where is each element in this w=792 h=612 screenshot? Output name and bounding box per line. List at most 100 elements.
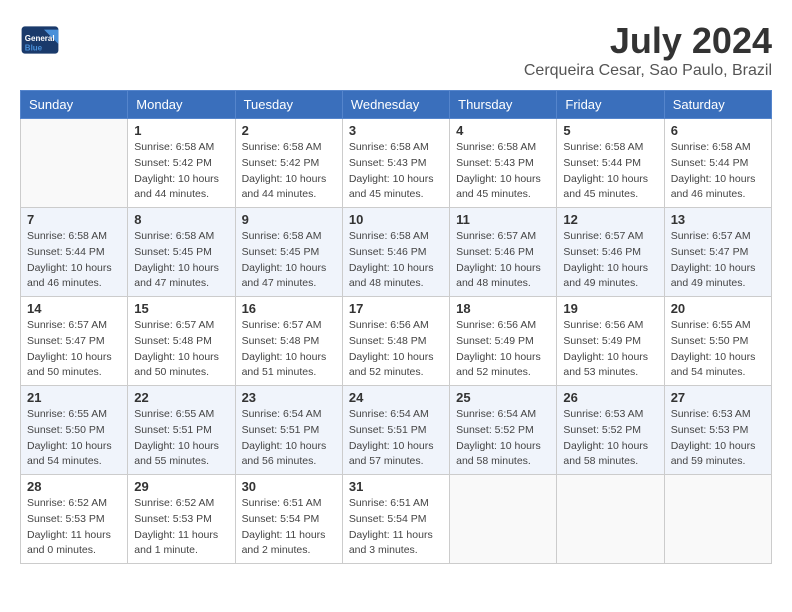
day-info: Sunrise: 6:58 AM Sunset: 5:46 PM Dayligh… <box>349 229 443 292</box>
calendar-cell <box>557 475 664 564</box>
day-info: Sunrise: 6:51 AM Sunset: 5:54 PM Dayligh… <box>242 496 336 559</box>
calendar-cell: 28Sunrise: 6:52 AM Sunset: 5:53 PM Dayli… <box>21 475 128 564</box>
logo: General Blue <box>20 20 64 60</box>
day-info: Sunrise: 6:52 AM Sunset: 5:53 PM Dayligh… <box>27 496 121 559</box>
day-info: Sunrise: 6:53 AM Sunset: 5:52 PM Dayligh… <box>563 407 657 470</box>
month-title: July 2024 <box>524 20 772 62</box>
day-info: Sunrise: 6:53 AM Sunset: 5:53 PM Dayligh… <box>671 407 765 470</box>
weekday-saturday: Saturday <box>664 91 771 119</box>
calendar-week-1: 1Sunrise: 6:58 AM Sunset: 5:42 PM Daylig… <box>21 119 772 208</box>
day-info: Sunrise: 6:54 AM Sunset: 5:51 PM Dayligh… <box>242 407 336 470</box>
calendar-cell: 10 Sunrise: 6:58 AM Sunset: 5:46 PM Dayli… <box>342 208 449 297</box>
calendar-week-2: 7Sunrise: 6:58 AM Sunset: 5:44 PM Daylig… <box>21 208 772 297</box>
day-info: Sunrise: 6:57 AM Sunset: 5:48 PM Dayligh… <box>134 318 228 381</box>
calendar-cell: 25 Sunrise: 6:54 AM Sunset: 5:52 PM Dayli… <box>450 386 557 475</box>
calendar-cell: 2Sunrise: 6:58 AM Sunset: 5:42 PM Daylig… <box>235 119 342 208</box>
calendar-week-5: 28Sunrise: 6:52 AM Sunset: 5:53 PM Dayli… <box>21 475 772 564</box>
day-number: 3 <box>349 123 443 138</box>
day-info: Sunrise: 6:58 AM Sunset: 5:45 PM Dayligh… <box>134 229 228 292</box>
calendar-cell: 29Sunrise: 6:52 AM Sunset: 5:53 PM Dayli… <box>128 475 235 564</box>
day-info: Sunrise: 6:58 AM Sunset: 5:43 PM Dayligh… <box>349 140 443 203</box>
day-number: 4 <box>456 123 550 138</box>
day-number: 25 <box>456 390 550 405</box>
day-info: Sunrise: 6:54 AM Sunset: 5:52 PM Dayligh… <box>456 407 550 470</box>
day-info: Sunrise: 6:56 AM Sunset: 5:49 PM Dayligh… <box>563 318 657 381</box>
calendar-cell: 30 Sunrise: 6:51 AM Sunset: 5:54 PM Dayli… <box>235 475 342 564</box>
day-number: 22 <box>134 390 228 405</box>
day-info: Sunrise: 6:58 AM Sunset: 5:42 PM Dayligh… <box>134 140 228 203</box>
calendar-cell: 6 Sunrise: 6:58 AM Sunset: 5:44 PM Daylig… <box>664 119 771 208</box>
day-number: 8 <box>134 212 228 227</box>
day-info: Sunrise: 6:54 AM Sunset: 5:51 PM Dayligh… <box>349 407 443 470</box>
calendar-cell: 31Sunrise: 6:51 AM Sunset: 5:54 PM Dayli… <box>342 475 449 564</box>
day-number: 5 <box>563 123 657 138</box>
calendar-cell: 1Sunrise: 6:58 AM Sunset: 5:42 PM Daylig… <box>128 119 235 208</box>
calendar-cell: 15 Sunrise: 6:57 AM Sunset: 5:48 PM Dayli… <box>128 297 235 386</box>
calendar-week-4: 21 Sunrise: 6:55 AM Sunset: 5:50 PM Dayli… <box>21 386 772 475</box>
logo-icon: General Blue <box>20 20 60 60</box>
calendar-cell <box>450 475 557 564</box>
day-info: Sunrise: 6:55 AM Sunset: 5:50 PM Dayligh… <box>671 318 765 381</box>
calendar-cell: 27Sunrise: 6:53 AM Sunset: 5:53 PM Dayli… <box>664 386 771 475</box>
calendar-cell: 26 Sunrise: 6:53 AM Sunset: 5:52 PM Dayli… <box>557 386 664 475</box>
calendar-cell: 9 Sunrise: 6:58 AM Sunset: 5:45 PM Daylig… <box>235 208 342 297</box>
day-number: 20 <box>671 301 765 316</box>
day-number: 24 <box>349 390 443 405</box>
day-number: 26 <box>563 390 657 405</box>
weekday-friday: Friday <box>557 91 664 119</box>
calendar-cell: 13Sunrise: 6:57 AM Sunset: 5:47 PM Dayli… <box>664 208 771 297</box>
day-number: 14 <box>27 301 121 316</box>
day-info: Sunrise: 6:58 AM Sunset: 5:44 PM Dayligh… <box>671 140 765 203</box>
day-info: Sunrise: 6:58 AM Sunset: 5:43 PM Dayligh… <box>456 140 550 203</box>
day-number: 18 <box>456 301 550 316</box>
weekday-monday: Monday <box>128 91 235 119</box>
day-info: Sunrise: 6:56 AM Sunset: 5:48 PM Dayligh… <box>349 318 443 381</box>
calendar-week-3: 14 Sunrise: 6:57 AM Sunset: 5:47 PM Dayli… <box>21 297 772 386</box>
calendar-cell: 17Sunrise: 6:56 AM Sunset: 5:48 PM Dayli… <box>342 297 449 386</box>
calendar-cell: 8 Sunrise: 6:58 AM Sunset: 5:45 PM Daylig… <box>128 208 235 297</box>
calendar-cell: 20 Sunrise: 6:55 AM Sunset: 5:50 PM Dayli… <box>664 297 771 386</box>
calendar-cell: 14 Sunrise: 6:57 AM Sunset: 5:47 PM Dayli… <box>21 297 128 386</box>
day-info: Sunrise: 6:57 AM Sunset: 5:48 PM Dayligh… <box>242 318 336 381</box>
calendar-body: 1Sunrise: 6:58 AM Sunset: 5:42 PM Daylig… <box>21 119 772 564</box>
day-info: Sunrise: 6:55 AM Sunset: 5:50 PM Dayligh… <box>27 407 121 470</box>
calendar-cell: 5 Sunrise: 6:58 AM Sunset: 5:44 PM Daylig… <box>557 119 664 208</box>
day-info: Sunrise: 6:58 AM Sunset: 5:45 PM Dayligh… <box>242 229 336 292</box>
svg-text:General: General <box>25 34 55 43</box>
day-number: 15 <box>134 301 228 316</box>
weekday-tuesday: Tuesday <box>235 91 342 119</box>
calendar-cell: 24 Sunrise: 6:54 AM Sunset: 5:51 PM Dayli… <box>342 386 449 475</box>
title-block: July 2024 Cerqueira Cesar, Sao Paulo, Br… <box>524 20 772 80</box>
calendar-cell: 16 Sunrise: 6:57 AM Sunset: 5:48 PM Dayli… <box>235 297 342 386</box>
day-number: 2 <box>242 123 336 138</box>
day-number: 12 <box>563 212 657 227</box>
day-number: 9 <box>242 212 336 227</box>
calendar-cell <box>664 475 771 564</box>
day-number: 19 <box>563 301 657 316</box>
day-info: Sunrise: 6:57 AM Sunset: 5:47 PM Dayligh… <box>27 318 121 381</box>
calendar-cell <box>21 119 128 208</box>
day-number: 7 <box>27 212 121 227</box>
page-header: General Blue July 2024 Cerqueira Cesar, … <box>20 20 772 80</box>
day-info: Sunrise: 6:52 AM Sunset: 5:53 PM Dayligh… <box>134 496 228 559</box>
weekday-sunday: Sunday <box>21 91 128 119</box>
day-info: Sunrise: 6:58 AM Sunset: 5:44 PM Dayligh… <box>563 140 657 203</box>
weekday-thursday: Thursday <box>450 91 557 119</box>
calendar-cell: 18Sunrise: 6:56 AM Sunset: 5:49 PM Dayli… <box>450 297 557 386</box>
day-number: 21 <box>27 390 121 405</box>
weekday-header-row: SundayMondayTuesdayWednesdayThursdayFrid… <box>21 91 772 119</box>
weekday-wednesday: Wednesday <box>342 91 449 119</box>
day-info: Sunrise: 6:57 AM Sunset: 5:46 PM Dayligh… <box>456 229 550 292</box>
calendar-cell: 23Sunrise: 6:54 AM Sunset: 5:51 PM Dayli… <box>235 386 342 475</box>
calendar-cell: 3 Sunrise: 6:58 AM Sunset: 5:43 PM Daylig… <box>342 119 449 208</box>
calendar-table: SundayMondayTuesdayWednesdayThursdayFrid… <box>20 90 772 564</box>
day-number: 13 <box>671 212 765 227</box>
day-info: Sunrise: 6:57 AM Sunset: 5:46 PM Dayligh… <box>563 229 657 292</box>
svg-text:Blue: Blue <box>25 43 43 52</box>
day-number: 16 <box>242 301 336 316</box>
day-number: 10 <box>349 212 443 227</box>
day-number: 6 <box>671 123 765 138</box>
day-number: 30 <box>242 479 336 494</box>
calendar-cell: 21 Sunrise: 6:55 AM Sunset: 5:50 PM Dayli… <box>21 386 128 475</box>
day-info: Sunrise: 6:55 AM Sunset: 5:51 PM Dayligh… <box>134 407 228 470</box>
